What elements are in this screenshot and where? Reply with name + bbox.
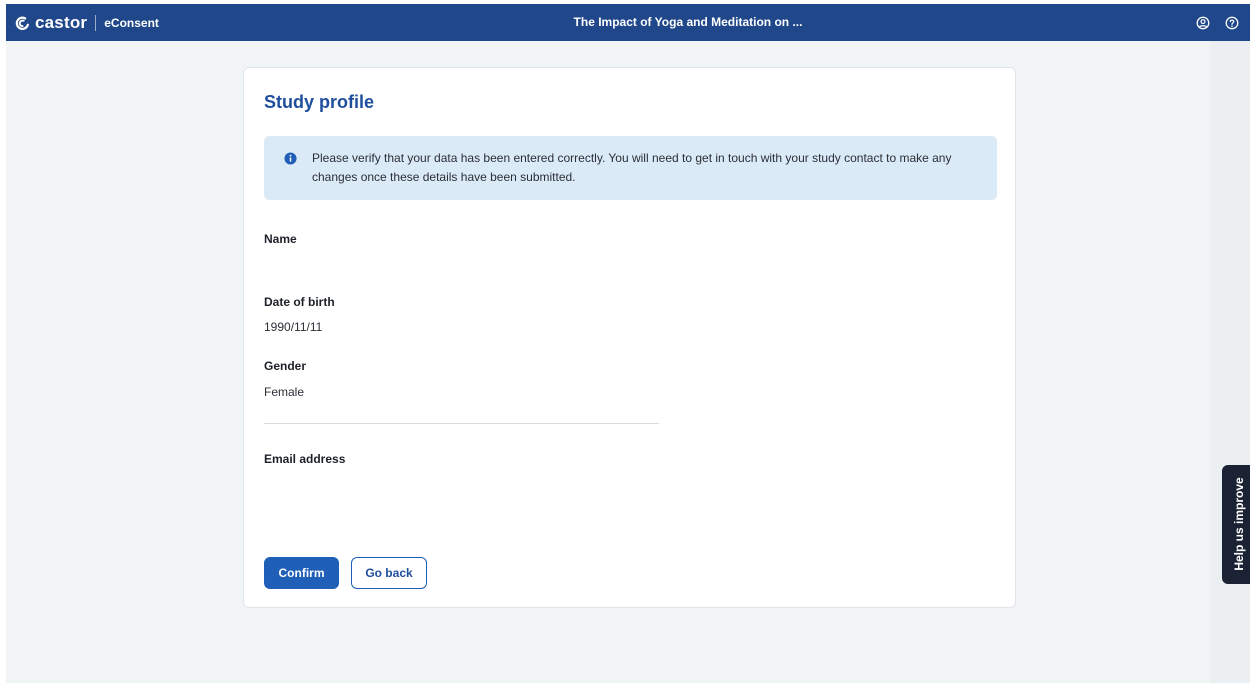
brand[interactable]: castor eConsent [14, 4, 159, 41]
product-name: eConsent [104, 15, 159, 30]
gender-label: Gender [264, 359, 307, 373]
app-frame: castor eConsent The Impact of Yoga and M… [6, 4, 1250, 683]
section-divider [264, 423, 659, 424]
study-title: The Impact of Yoga and Meditation on ... [573, 15, 803, 29]
study-title-bar: The Impact of Yoga and Meditation on ... [6, 4, 1250, 41]
logo-text: castor [35, 13, 88, 32]
account-icon[interactable] [1195, 15, 1211, 31]
go-back-button[interactable]: Go back [351, 557, 427, 589]
help-icon[interactable] [1224, 15, 1240, 31]
page-title: Study profile [264, 92, 375, 112]
name-label: Name [264, 232, 297, 246]
feedback-label: Help us improve [1232, 477, 1246, 571]
date-of-birth-label: Date of birth [264, 295, 335, 309]
help-us-improve-tab[interactable]: Help us improve [1222, 465, 1250, 584]
notice-text: Please verify that your data has been en… [312, 151, 952, 184]
header-actions [1195, 4, 1240, 41]
castor-logo-icon [14, 14, 31, 31]
confirm-button[interactable]: Confirm [264, 557, 339, 589]
date-of-birth-value: 1990/11/11 [264, 320, 323, 334]
brand-divider [95, 14, 97, 31]
email-address-label: Email address [264, 452, 346, 466]
verification-notice: Please verify that your data has been en… [264, 136, 997, 200]
gender-value: Female [264, 385, 305, 399]
study-profile-card: Study profile Please verify that your da… [243, 67, 1016, 608]
info-icon [284, 152, 297, 165]
top-bar: castor eConsent The Impact of Yoga and M… [6, 4, 1250, 41]
right-gutter [1210, 41, 1250, 683]
